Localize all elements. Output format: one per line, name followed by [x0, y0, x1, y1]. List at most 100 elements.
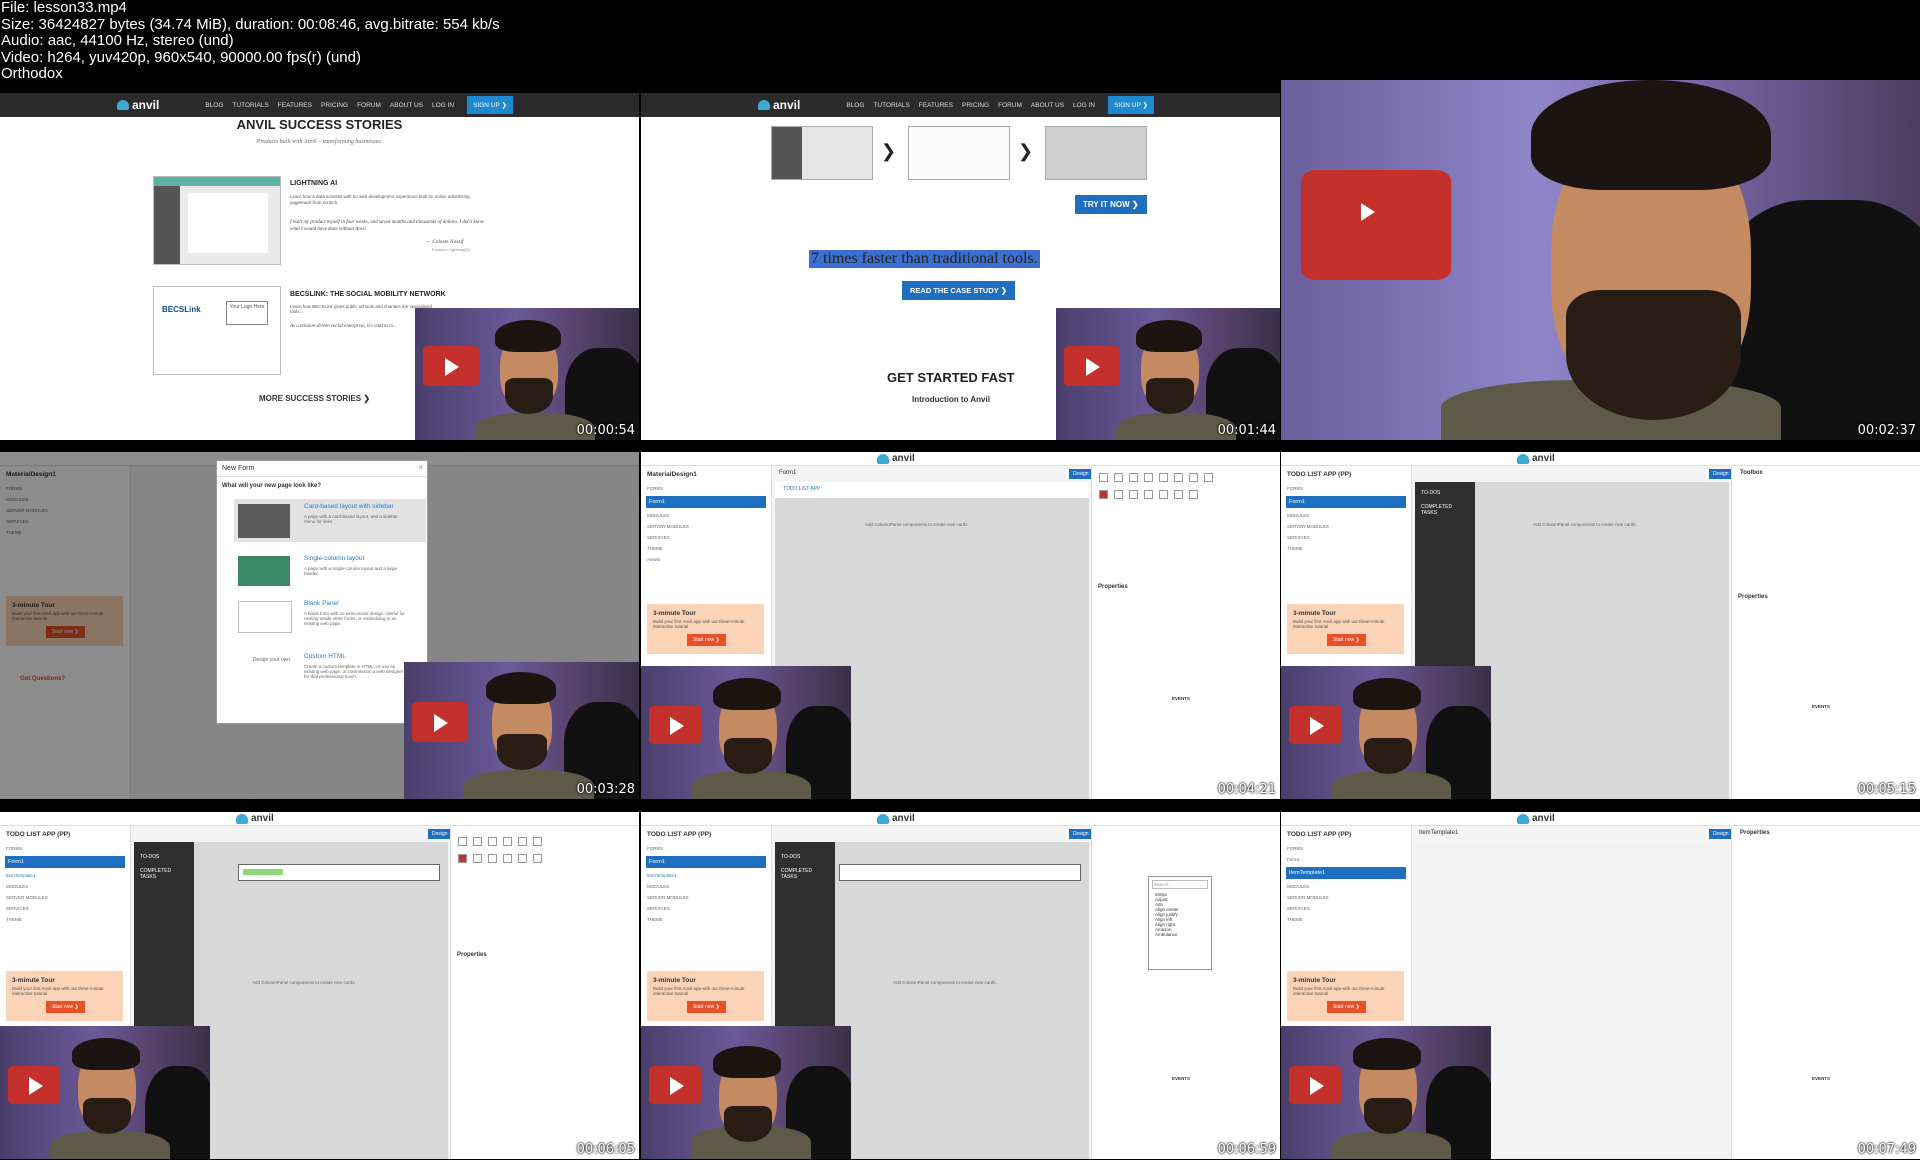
form-item-selected[interactable]: Form1 [646, 856, 766, 868]
nav-link[interactable]: LOG IN [432, 102, 454, 109]
nav-link[interactable]: TUTORIALS [873, 102, 909, 109]
app-title: TODO LIST APP (PP) [1287, 831, 1352, 838]
form-item-selected[interactable]: Form1 [646, 496, 766, 508]
timestamp: 00:00:54 [576, 423, 635, 438]
story1-role: Founder, Lightning AI [432, 247, 470, 252]
story1-screenshot [153, 176, 281, 265]
nav-link[interactable]: FEATURES [278, 102, 312, 109]
app-title: TODO LIST APP (PP) [1287, 471, 1352, 478]
webcam-overlay [641, 666, 851, 799]
more-stories-link[interactable]: MORE SUCCESS STORIES ❯ [259, 394, 370, 403]
anvil-logo-icon [758, 100, 770, 110]
design-tab[interactable]: Design [1069, 469, 1093, 479]
webcam-overlay [404, 662, 639, 799]
timestamp: 00:06:59 [1217, 1142, 1276, 1157]
nav-links: BLOG TUTORIALS FEATURES PRICING FORUM AB… [205, 102, 463, 109]
form-header: ItemTemplate1 [1419, 830, 1459, 836]
start-tour-button[interactable]: Start now ❯ [1327, 634, 1366, 646]
anvil-logo[interactable]: anvil [117, 98, 159, 112]
form-item-selected[interactable]: ItemTemplate1 [1286, 867, 1406, 879]
step-3-image [1045, 126, 1147, 180]
story1-quote: I built my product myself in four weeks,… [290, 220, 485, 232]
option-card-layout[interactable]: Card-based layout with sidebar A page wi… [234, 499, 426, 542]
timestamp: 00:01:44 [1217, 423, 1276, 438]
timestamp: 00:04:21 [1217, 782, 1276, 797]
file-name: File: lesson33.mp4 [1, 0, 127, 16]
new-form-dialog: New Form × What will your new page look … [216, 460, 428, 724]
option-single-column[interactable]: Single-column layout A page with a singl… [234, 551, 426, 591]
option-custom-html[interactable]: Design your own Custom HTML Create a cus… [234, 649, 426, 699]
option-blank-panel[interactable]: Blank Panel A blank form with no extra v… [234, 596, 426, 641]
nav-link[interactable]: PRICING [962, 102, 989, 109]
start-tour-button[interactable]: Start now ❯ [687, 1001, 726, 1013]
nav-link[interactable]: LOG IN [1073, 102, 1095, 109]
story1-author: — Celeste Nassif [426, 239, 464, 245]
becs-logo: BECSLink [162, 305, 201, 314]
design-tab[interactable]: Design [1709, 829, 1733, 839]
story2-screenshot: BECSLink Your Logo Here [153, 286, 281, 375]
properties-panel: Search... 500px Adjust Adn Align center … [1091, 826, 1280, 1159]
step-2-image [908, 126, 1010, 180]
thumbnail-8: anvil TODO LIST APP (PP) FORMS Form1 Ite… [641, 812, 1280, 1159]
anvil-logo[interactable]: anvil [758, 98, 800, 112]
nav-links: BLOG TUTORIALS FEATURES PRICING FORUM AB… [846, 102, 1104, 109]
timestamp: 00:06:05 [576, 1142, 635, 1157]
webcam-overlay [0, 1026, 210, 1159]
app-title: TODO LIST APP (PP) [647, 831, 712, 838]
design-tab[interactable]: Design [428, 829, 452, 839]
thumbnail-5: anvil MaterialDesign1 FORMS Form1 MODULE… [641, 452, 1280, 799]
webcam-overlay [1281, 666, 1491, 799]
signup-button[interactable]: SIGN UP ❯ [1108, 96, 1154, 114]
thumbnail-6: anvil TODO LIST APP (PP) FORMS Form1 MOD… [1281, 452, 1920, 799]
webcam-overlay [415, 308, 639, 440]
nav-link[interactable]: ABOUT US [1031, 102, 1064, 109]
webcam-overlay [641, 1026, 851, 1159]
timestamp: 00:05:15 [1857, 782, 1916, 797]
properties-panel: Properties EVENTS [1731, 826, 1920, 1159]
timestamp: 00:03:28 [576, 782, 635, 797]
thumbnail-1: anvil BLOG TUTORIALS FEATURES PRICING FO… [0, 93, 639, 440]
highlighted-headline: 7 times faster than traditional tools. [809, 250, 1040, 268]
design-tab[interactable]: Design [1069, 829, 1093, 839]
form-item-selected[interactable]: Form1 [5, 856, 125, 868]
nav-link[interactable]: FORUM [357, 102, 381, 109]
webcam-overlay [1056, 308, 1280, 440]
story1-title: LIGHTNING AI [290, 180, 338, 187]
site-navbar: anvil BLOG TUTORIALS FEATURES PRICING FO… [0, 93, 639, 117]
story2-title: BECSLINK: THE SOCIAL MOBILITY NETWORK [290, 291, 446, 298]
nav-link[interactable]: TUTORIALS [232, 102, 268, 109]
get-started-heading: GET STARTED FAST [887, 370, 1015, 385]
nav-link[interactable]: FORUM [998, 102, 1022, 109]
story2-quote: As a mission-driven social enterprise, i… [290, 324, 397, 329]
timestamp: 00:02:37 [1857, 423, 1916, 438]
success-subtitle: Products built with Anvil – transforming… [256, 139, 383, 145]
arrow-right-icon: ❯ [881, 141, 897, 161]
nav-link[interactable]: PRICING [321, 102, 348, 109]
icon-search-dropdown[interactable]: Search... 500px Adjust Adn Align center … [1148, 876, 1212, 970]
nav-link[interactable]: BLOG [846, 102, 864, 109]
properties-panel: Properties [450, 826, 639, 1159]
webcam-overlay [1281, 1026, 1491, 1159]
close-icon[interactable]: × [418, 463, 423, 472]
nav-link[interactable]: BLOG [205, 102, 223, 109]
start-tour-button[interactable]: Start now ❯ [1327, 1001, 1366, 1013]
anvil-logo-icon [117, 100, 129, 110]
intro-subheading: Introduction to Anvil [912, 395, 990, 404]
audio-info: Audio: aac, 44100 Hz, stereo (und) [1, 32, 234, 49]
thumbnail-4: MaterialDesign1 FORMS MODULES SERVER MODUL… [0, 452, 639, 799]
try-it-now-button[interactable]: TRY IT NOW ❯ [1075, 195, 1147, 214]
nav-link[interactable]: FEATURES [919, 102, 953, 109]
design-tab[interactable]: Design [1709, 469, 1733, 479]
success-title: ANVIL SUCCESS STORIES [236, 117, 403, 132]
app-title: MaterialDesign1 [647, 471, 697, 478]
signup-button[interactable]: SIGN UP ❯ [467, 96, 513, 114]
icon-option[interactable]: Ambulance [1149, 932, 1211, 937]
case-study-button[interactable]: READ THE CASE STUDY ❯ [902, 281, 1015, 300]
form-item-selected[interactable]: Form1 [1286, 496, 1406, 508]
dialog-title: New Form [217, 461, 427, 477]
nav-link[interactable]: ABOUT US [390, 102, 423, 109]
start-tour-button[interactable]: Start now ❯ [687, 634, 726, 646]
thumbnail-2: anvil BLOG TUTORIALS FEATURES PRICING FO… [641, 93, 1280, 440]
start-tour-button[interactable]: Start now ❯ [46, 1001, 85, 1013]
logo-placeholder: Your Logo Here [226, 301, 268, 325]
